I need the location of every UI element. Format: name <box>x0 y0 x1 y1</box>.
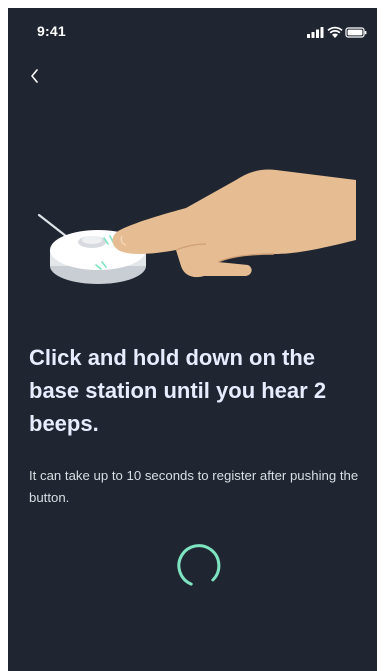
app-screen: 9:41 Click and hold down on the base sta… <box>8 8 377 671</box>
battery-icon <box>345 27 367 38</box>
hand-icon <box>112 169 356 278</box>
status-time: 9:41 <box>37 23 66 39</box>
loading-spinner-icon <box>177 544 221 586</box>
signal-icon <box>307 27 324 38</box>
instruction-text: It can take up to 10 seconds to register… <box>29 468 359 505</box>
status-icons <box>307 26 367 38</box>
page-title: Click and hold down on the base station … <box>29 345 327 436</box>
wifi-icon <box>327 26 343 38</box>
finger-pressing-base-station-illustration <box>37 169 356 284</box>
status-bar: 9:41 <box>8 8 377 52</box>
chevron-left-icon <box>31 69 38 83</box>
back-button[interactable] <box>24 64 48 88</box>
